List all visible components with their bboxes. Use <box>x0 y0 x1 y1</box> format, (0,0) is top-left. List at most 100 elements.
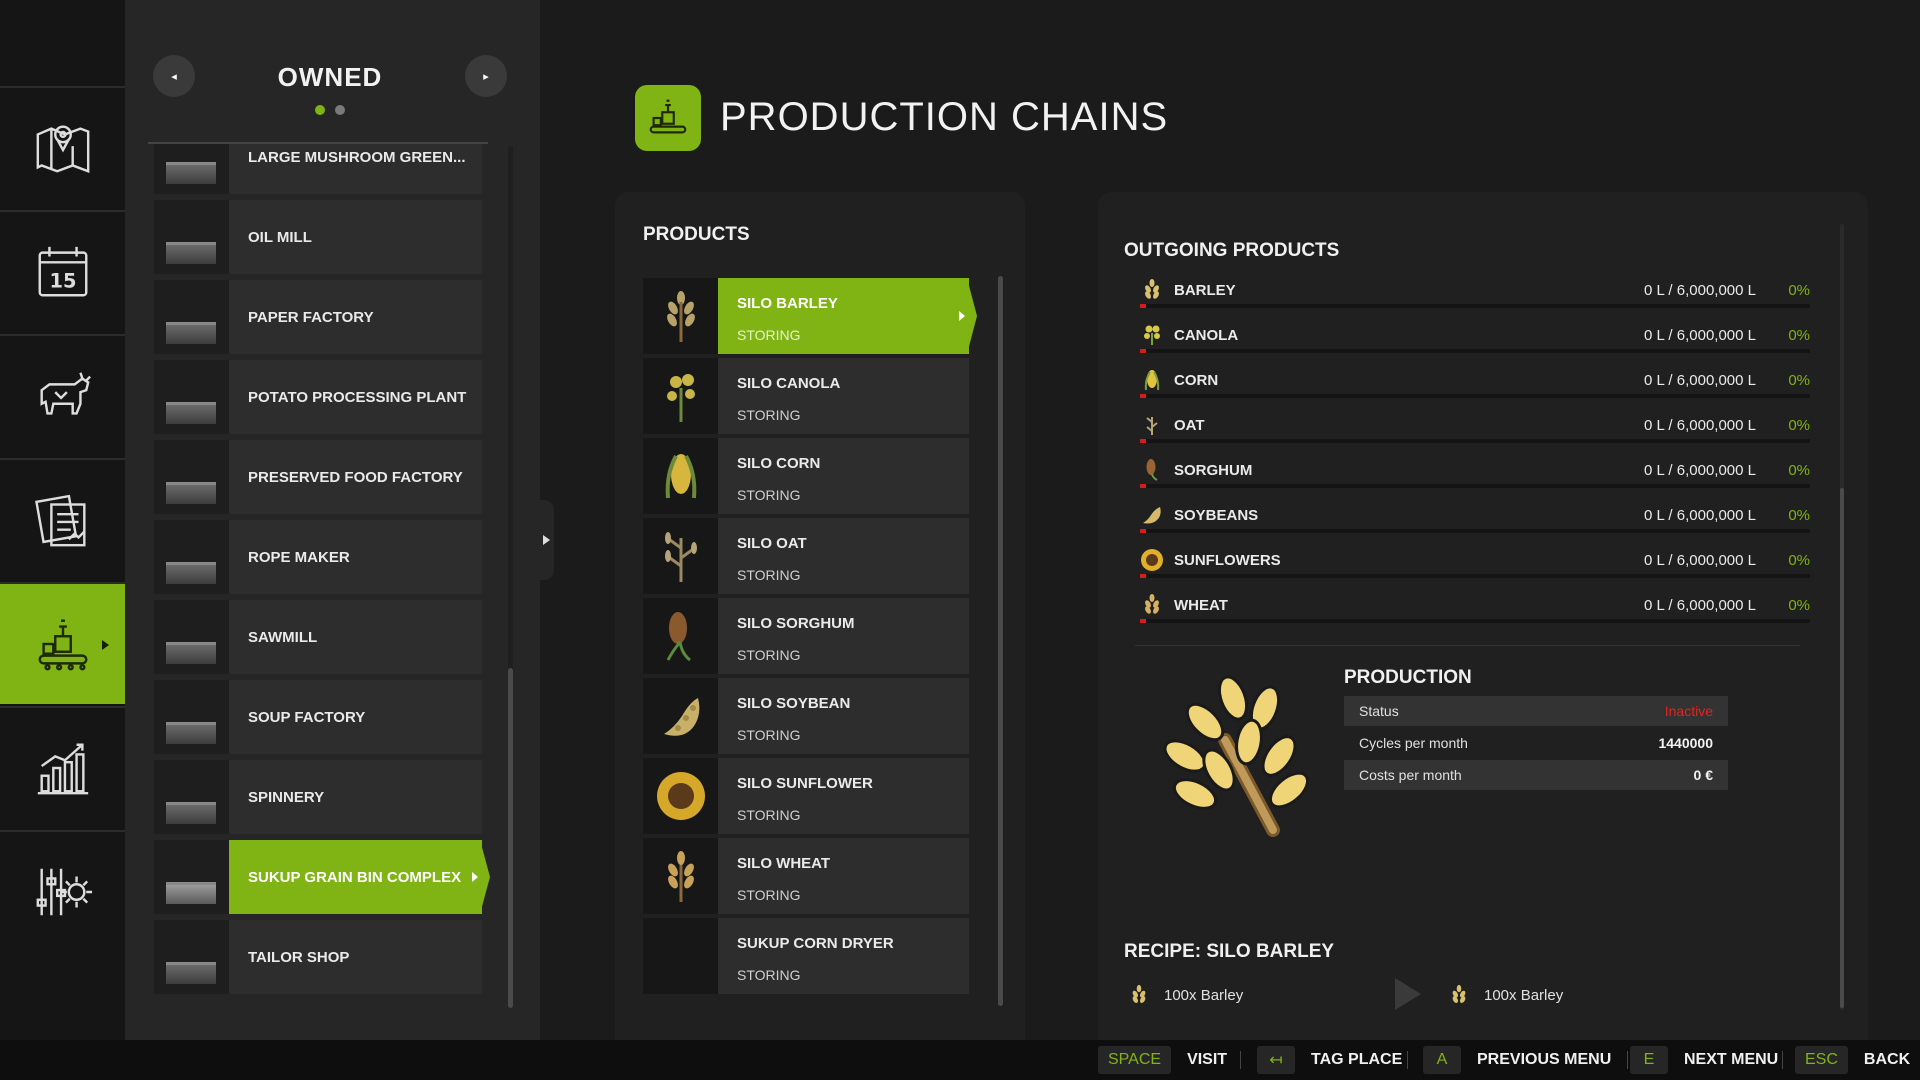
hint-label: TAG PLACE <box>1311 1051 1403 1068</box>
nav-map[interactable] <box>0 86 125 208</box>
key-space: SPACE <box>1098 1046 1172 1074</box>
recipe-output-label: 100x Barley <box>1484 986 1564 1004</box>
nav-production[interactable] <box>0 582 125 704</box>
owned-title: OWNED <box>277 62 383 92</box>
prev-page-button[interactable]: ◂ <box>153 55 195 97</box>
product-status: STORING <box>737 727 801 743</box>
page-indicator-2[interactable] <box>335 105 345 115</box>
products-scrollbar[interactable] <box>998 276 1003 1006</box>
product-silo-wheat[interactable]: SILO WHEAT STORING <box>643 838 969 914</box>
building-thumbnail <box>154 144 229 194</box>
owned-item-spinnery[interactable]: SPINNERY <box>154 760 482 834</box>
barley-icon <box>1145 279 1159 299</box>
nav-settings[interactable] <box>0 830 125 952</box>
empty-icon <box>643 918 718 994</box>
product-silo-barley[interactable]: SILO BARLEY STORING <box>643 278 977 354</box>
building-thumbnail <box>154 520 229 594</box>
key-esc: ESC <box>1795 1046 1848 1074</box>
hint-visit[interactable]: SPACE VISIT <box>1098 1046 1227 1074</box>
corn-icon <box>643 438 718 514</box>
owned-item-label: SOUP FACTORY <box>229 680 482 754</box>
product-silo-sorghum[interactable]: SILO SORGHUM STORING <box>643 598 969 674</box>
building-thumbnail <box>154 760 229 834</box>
page-title: PRODUCTION CHAINS <box>720 95 1169 139</box>
sorghum-icon <box>643 598 718 674</box>
outgoing-name: OAT <box>1174 417 1205 434</box>
nav-statistics[interactable] <box>0 706 125 828</box>
product-silo-sunflower[interactable]: SILO SUNFLOWER STORING <box>643 758 969 834</box>
detail-scrollbar-thumb[interactable] <box>1840 488 1844 1008</box>
key-a: A <box>1423 1046 1461 1074</box>
owned-item-rope-maker[interactable]: ROPE MAKER <box>154 520 482 594</box>
outgoing-amount: 0 L / 6,000,000 L <box>1643 507 1756 524</box>
nav-calendar[interactable]: 15 <box>0 210 125 332</box>
owned-item-label: LARGE MUSHROOM GREEN... <box>229 144 482 194</box>
outgoing-percent: 0% <box>1788 597 1810 614</box>
outgoing-percent: 0% <box>1788 507 1810 524</box>
collapse-panel-button[interactable] <box>538 500 554 580</box>
next-page-button[interactable]: ▸ <box>465 55 507 97</box>
stat-status: Status Inactive <box>1344 696 1728 726</box>
detail-divider <box>1135 645 1800 646</box>
wheat-icon <box>643 838 718 914</box>
outgoing-amount: 0 L / 6,000,000 L <box>1643 327 1756 344</box>
owned-item-label: ROPE MAKER <box>229 520 482 594</box>
product-silo-oat[interactable]: SILO OAT STORING <box>643 518 969 594</box>
hint-separator <box>1627 1051 1628 1069</box>
outgoing-row-canola: CANOLA 0 L / 6,000,000 L 0% <box>1140 323 1810 355</box>
outgoing-amount: 0 L / 6,000,000 L <box>1643 417 1756 434</box>
outgoing-percent: 0% <box>1788 327 1810 344</box>
hint-next-menu[interactable]: E NEXT MENU <box>1630 1046 1778 1074</box>
hint-separator <box>1407 1051 1408 1069</box>
outgoing-heading: OUTGOING PRODUCTS <box>1124 240 1340 261</box>
product-silo-soybean[interactable]: SILO SOYBEAN STORING <box>643 678 969 754</box>
fill-bar-level <box>1140 619 1146 623</box>
owned-item-sukup-grain-bin-complex[interactable]: SUKUP GRAIN BIN COMPLEX <box>154 840 490 914</box>
product-status: STORING <box>737 487 801 503</box>
product-silo-corn[interactable]: SILO CORN STORING <box>643 438 969 514</box>
recipe-output: 100x Barley <box>1448 984 1563 1006</box>
chevron-right-icon <box>542 535 550 545</box>
outgoing-percent: 0% <box>1788 462 1810 479</box>
owned-item-paper-factory[interactable]: PAPER FACTORY <box>154 280 482 354</box>
main-nav: 15 <box>0 0 125 1040</box>
owned-scrollbar-thumb[interactable] <box>508 668 513 1008</box>
nav-animals[interactable] <box>0 334 125 456</box>
owned-item-preserved-food-factory[interactable]: PRESERVED FOOD FACTORY <box>154 440 482 514</box>
outgoing-name: CORN <box>1174 372 1219 389</box>
page-indicator-1[interactable] <box>315 105 325 115</box>
owned-item-tailor-shop[interactable]: TAILOR SHOP <box>154 920 482 994</box>
hint-previous-menu[interactable]: A PREVIOUS MENU <box>1423 1046 1611 1074</box>
outgoing-name: SOYBEANS <box>1174 507 1259 524</box>
hint-tag-place[interactable]: ↤ TAG PLACE <box>1257 1046 1402 1074</box>
nav-contracts[interactable] <box>0 458 125 580</box>
barley-icon <box>1163 675 1310 837</box>
product-status: STORING <box>737 967 801 983</box>
stat-label: Status <box>1359 703 1399 719</box>
owned-item-soup-factory[interactable]: SOUP FACTORY <box>154 680 482 754</box>
product-name: SILO SUNFLOWER <box>737 775 873 792</box>
stat-value: Inactive <box>1664 703 1713 719</box>
production-chains-icon <box>635 85 701 151</box>
outgoing-amount: 0 L / 6,000,000 L <box>1643 372 1756 389</box>
hint-back[interactable]: ESC BACK <box>1795 1046 1910 1074</box>
fill-bar <box>1140 619 1810 623</box>
settings-icon <box>36 868 92 916</box>
owned-item-label: POTATO PROCESSING PLANT <box>229 360 482 434</box>
owned-item-sawmill[interactable]: SAWMILL <box>154 600 482 674</box>
outgoing-row-soybeans: SOYBEANS 0 L / 6,000,000 L 0% <box>1140 503 1810 535</box>
soybean-icon <box>643 678 718 754</box>
owned-item-large-mushroom-greenhouse[interactable]: LARGE MUSHROOM GREEN... <box>154 144 482 194</box>
outgoing-amount: 0 L / 6,000,000 L <box>1643 552 1756 569</box>
product-sukup-corn-dryer[interactable]: SUKUP CORN DRYER STORING <box>643 918 969 994</box>
recipe-input: 100x Barley <box>1128 984 1243 1006</box>
hint-separator <box>1240 1051 1241 1069</box>
product-status: STORING <box>737 647 801 663</box>
product-silo-canola[interactable]: SILO CANOLA STORING <box>643 358 969 434</box>
owned-item-potato-processing-plant[interactable]: POTATO PROCESSING PLANT <box>154 360 482 434</box>
outgoing-row-corn: CORN 0 L / 6,000,000 L 0% <box>1140 368 1810 400</box>
owned-item-oil-mill[interactable]: OIL MILL <box>154 200 482 274</box>
outgoing-name: WHEAT <box>1174 597 1228 614</box>
production-heading: PRODUCTION <box>1344 667 1472 688</box>
fill-bar-level <box>1140 529 1146 533</box>
